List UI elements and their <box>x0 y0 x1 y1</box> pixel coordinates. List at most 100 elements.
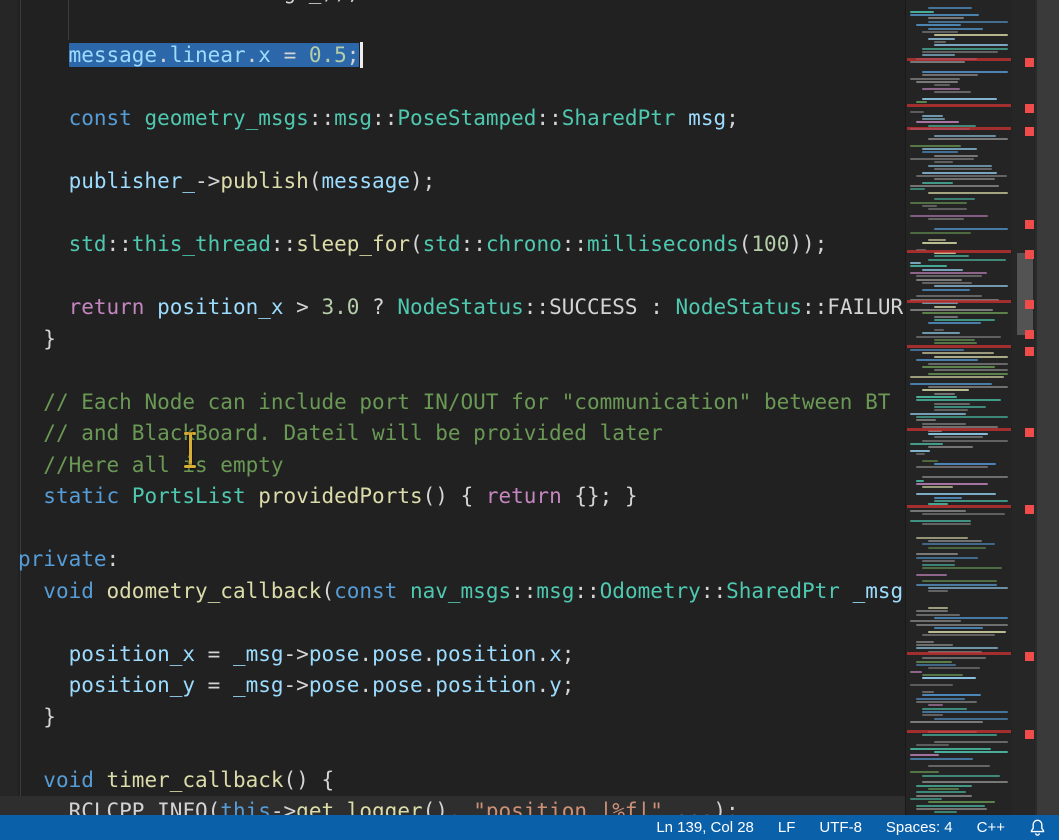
minimap-line <box>922 560 955 562</box>
minimap-line <box>910 309 993 311</box>
code-line[interactable]: } <box>0 324 905 356</box>
minimap-line <box>922 352 994 354</box>
minimap-line <box>910 771 939 773</box>
code-line[interactable] <box>0 607 905 639</box>
code-line[interactable] <box>0 135 905 167</box>
minimap-line <box>928 192 1008 194</box>
status-item-eol-sequence[interactable]: LF <box>778 819 796 836</box>
code-line[interactable]: //Here all is empty <box>0 450 905 482</box>
status-bar: Ln 139, Col 28 LF UTF-8 Spaces: 4 C++ <box>0 815 1059 840</box>
minimap-line <box>922 734 997 736</box>
minimap-line <box>922 513 1005 515</box>
minimap-line <box>922 634 995 636</box>
minimap-line <box>910 376 1004 378</box>
minimap-line <box>928 208 967 210</box>
code-editor[interactable]: message_)); message.linear.x = 0.5; cons… <box>0 0 905 815</box>
minimap-line <box>922 71 1008 73</box>
code-line[interactable] <box>0 9 905 41</box>
code-line[interactable]: RCLCPP_INFO(this->get_logger(), "positio… <box>0 796 905 815</box>
minimap-line <box>922 312 1008 314</box>
minimap-line <box>922 708 967 710</box>
minimap-line <box>934 741 1008 743</box>
code-line[interactable]: std::this_thread::sleep_for(std::chrono:… <box>0 229 905 261</box>
minimap-line <box>922 781 1008 783</box>
minimap-line <box>922 580 997 582</box>
minimap-line <box>910 671 922 673</box>
minimap-line <box>934 316 958 318</box>
minimap-line <box>916 553 958 555</box>
overview-ruler-error-mark <box>1025 428 1034 437</box>
minimap-error-line <box>907 300 1011 303</box>
minimap-line <box>934 329 944 331</box>
code-line[interactable] <box>0 72 905 104</box>
code-line[interactable] <box>0 261 905 293</box>
minimap-line <box>910 748 991 750</box>
minimap-line <box>916 101 927 103</box>
minimap-error-line <box>907 104 1011 107</box>
minimap-line <box>916 81 958 83</box>
text-cursor <box>360 42 363 68</box>
minimap-line <box>922 88 960 90</box>
minimap-line <box>916 744 949 746</box>
minimap-line <box>916 557 978 559</box>
minimap-line <box>928 433 988 435</box>
bell-icon[interactable] <box>1028 818 1047 837</box>
scrollbar-thumb[interactable] <box>1017 253 1033 335</box>
minimap-line <box>910 684 953 686</box>
minimap-line <box>922 691 934 693</box>
minimap-line <box>910 758 973 760</box>
minimap-line <box>934 393 955 395</box>
minimap-error-line <box>907 345 1011 348</box>
status-item-cursor-position[interactable]: Ln 139, Col 28 <box>656 819 754 836</box>
code-line[interactable]: void timer_callback() { <box>0 765 905 797</box>
status-item-encoding[interactable]: UTF-8 <box>819 819 862 836</box>
code-line[interactable]: message.linear.x = 0.5; <box>0 40 905 72</box>
overview-ruler-error-mark <box>1025 250 1034 259</box>
minimap-line <box>916 698 965 700</box>
minimap[interactable] <box>905 0 1012 815</box>
minimap-line <box>916 791 966 793</box>
code-line[interactable]: } <box>0 702 905 734</box>
minimap-line <box>916 641 934 643</box>
minimap-line <box>922 564 955 566</box>
code-line[interactable]: publisher_->publish(message); <box>0 166 905 198</box>
minimap-line <box>928 765 990 767</box>
minimap-line <box>922 486 953 488</box>
code-line[interactable]: // and BlackBoard. Dateil will be proivi… <box>0 418 905 450</box>
code-line[interactable]: return position_x > 3.0 ? NodeStatus::SU… <box>0 292 905 324</box>
window-edge-strip <box>1035 0 1059 815</box>
minimap-line <box>916 399 1001 401</box>
minimap-line <box>916 805 985 807</box>
minimap-line <box>934 285 1008 287</box>
minimap-line <box>910 620 961 622</box>
code-line[interactable] <box>0 733 905 765</box>
minimap-line <box>922 48 1008 50</box>
minimap-line <box>928 590 948 592</box>
code-line[interactable]: position_x = _msg->pose.pose.position.x; <box>0 639 905 671</box>
code-line[interactable] <box>0 198 905 230</box>
status-item-indentation[interactable]: Spaces: 4 <box>886 819 953 836</box>
minimap-line <box>922 289 970 291</box>
overview-ruler-error-mark <box>1025 347 1034 356</box>
minimap-line <box>916 279 962 281</box>
code-line[interactable]: const geometry_msgs::msg::PoseStamped::S… <box>0 103 905 135</box>
code-line[interactable]: void odometry_callback(const nav_msgs::m… <box>0 576 905 608</box>
status-item-language-mode[interactable]: C++ <box>977 819 1005 836</box>
minimap-line <box>934 135 996 137</box>
minimap-line <box>934 178 995 180</box>
minimap-line <box>916 419 936 421</box>
code-line[interactable]: static PortsList providedPorts() { retur… <box>0 481 905 513</box>
minimap-line <box>922 460 938 462</box>
code-line[interactable] <box>0 513 905 545</box>
minimap-line <box>910 383 992 385</box>
minimap-line <box>916 808 987 810</box>
code-line[interactable] <box>0 355 905 387</box>
code-line[interactable]: private: <box>0 544 905 576</box>
minimap-line <box>928 21 1008 23</box>
minimap-line <box>928 38 955 40</box>
minimap-line <box>934 155 978 157</box>
code-line[interactable]: position_y = _msg->pose.pose.position.y; <box>0 670 905 702</box>
minimap-line <box>916 644 953 646</box>
minimap-line <box>910 14 979 16</box>
code-line[interactable]: // Each Node can include port IN/OUT for… <box>0 387 905 419</box>
